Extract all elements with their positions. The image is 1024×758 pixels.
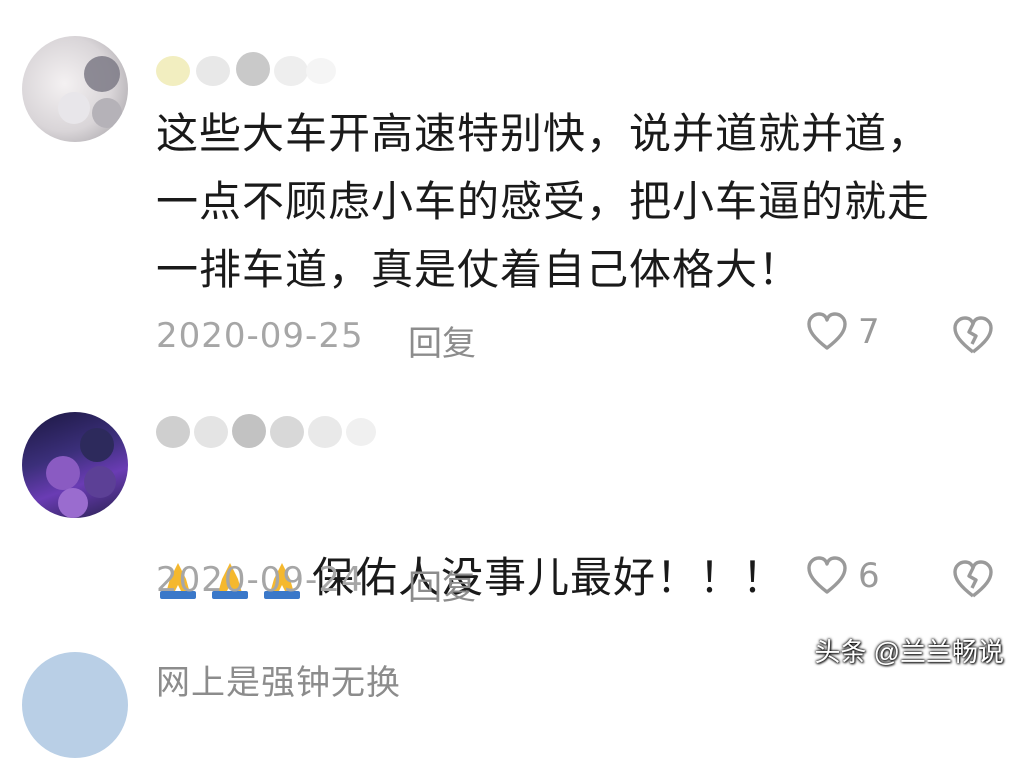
avatar[interactable] [22,652,128,758]
dislike-button[interactable] [952,560,994,604]
avatar[interactable] [22,36,128,142]
avatar[interactable] [22,412,128,518]
heart-icon [807,556,847,594]
comment-date: 2020-09-25 [156,316,364,356]
username-obscured[interactable] [156,52,346,86]
heart-icon [807,312,847,350]
comment-date: 2020-09-24 [156,560,364,600]
dislike-button[interactable] [952,316,994,360]
reply-button[interactable]: 回复 [408,560,476,609]
like-button[interactable]: 6 [806,556,880,596]
like-button[interactable]: 7 [806,312,880,352]
watermark: 头条 @兰兰畅说 [814,637,1004,667]
like-count: 7 [858,312,880,352]
comment-text-partial: 网上是强钟无换 [156,663,401,703]
broken-heart-icon [953,560,993,598]
reply-button[interactable]: 回复 [408,316,476,365]
comment-text: 保佑人没事儿最好！！！ [312,553,786,602]
broken-heart-icon [953,316,993,354]
like-count: 6 [858,556,880,596]
comment-text: 这些大车开高速特别快，说并道就并道， 一点不顾虑小车的感受，把小车逼的就走 一排… [156,109,931,294]
username-obscured[interactable] [156,414,386,448]
